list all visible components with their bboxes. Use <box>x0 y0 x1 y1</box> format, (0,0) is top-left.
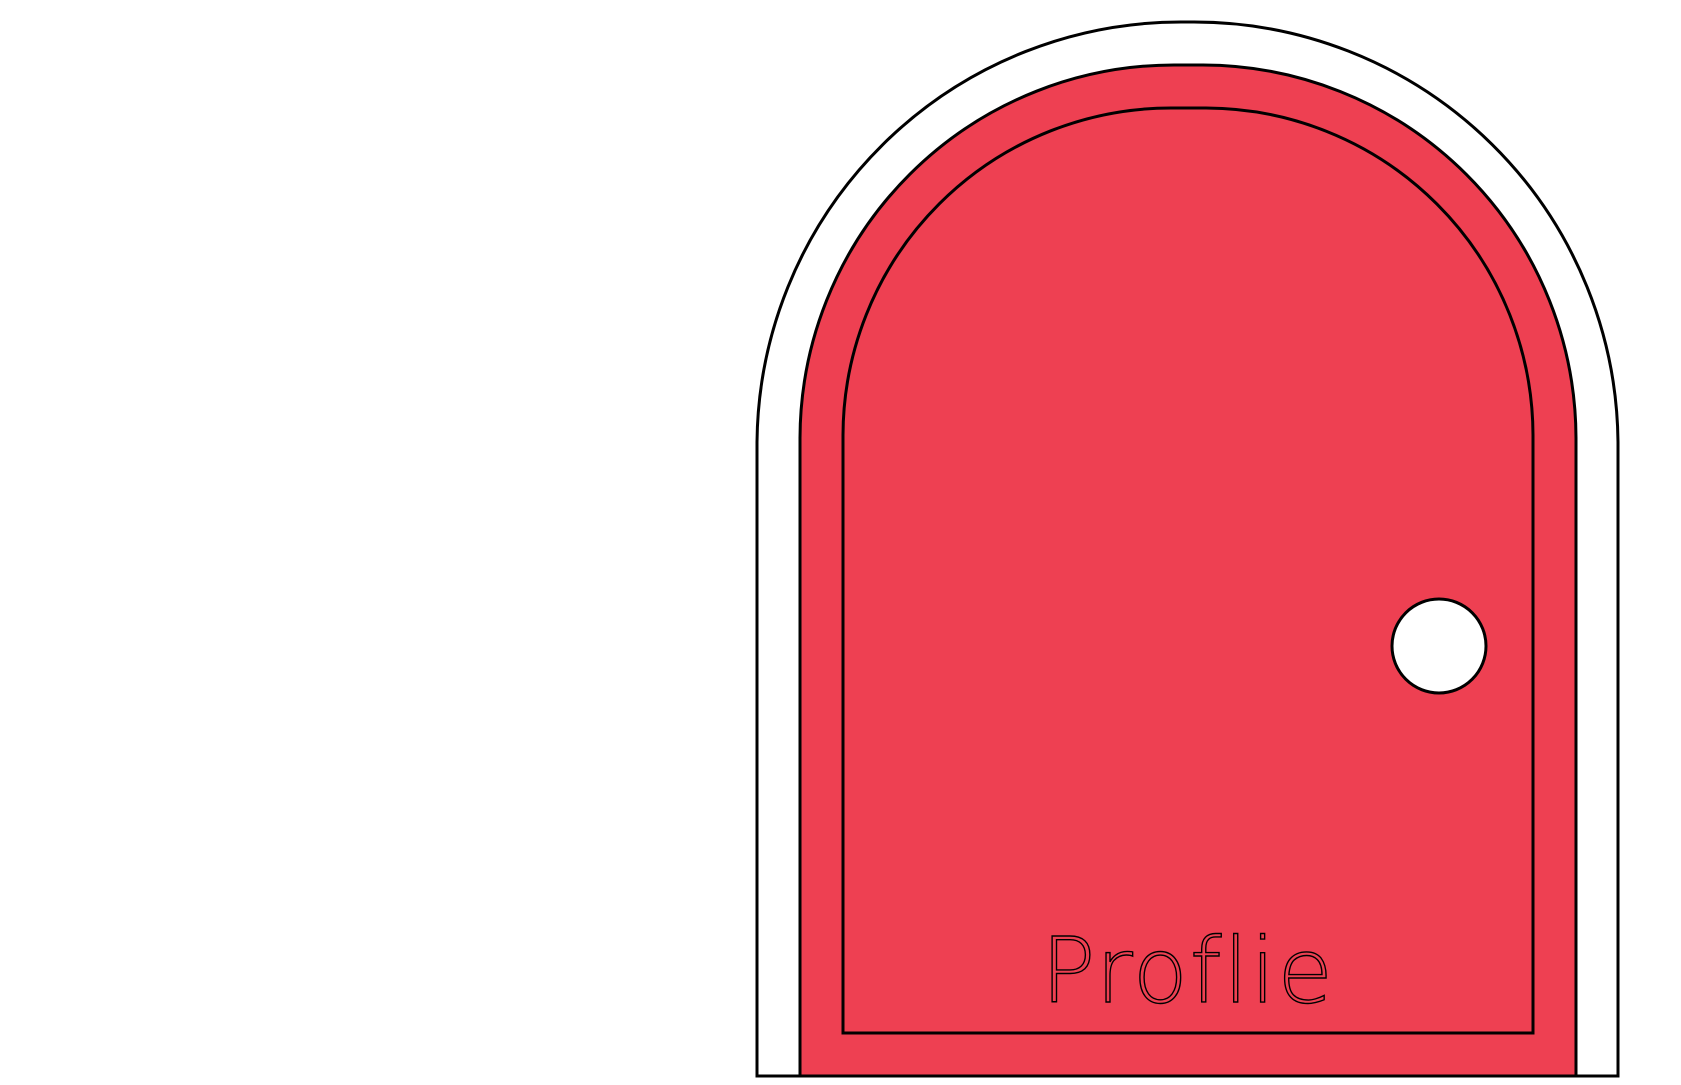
profile-door[interactable]: Proflie <box>755 20 1620 1078</box>
door-knob-icon[interactable] <box>1390 597 1488 695</box>
canvas: Proflie <box>0 0 1681 1085</box>
profile-door-graphic: Proflie <box>755 20 1620 1078</box>
door-label: Proflie <box>1041 919 1335 1024</box>
